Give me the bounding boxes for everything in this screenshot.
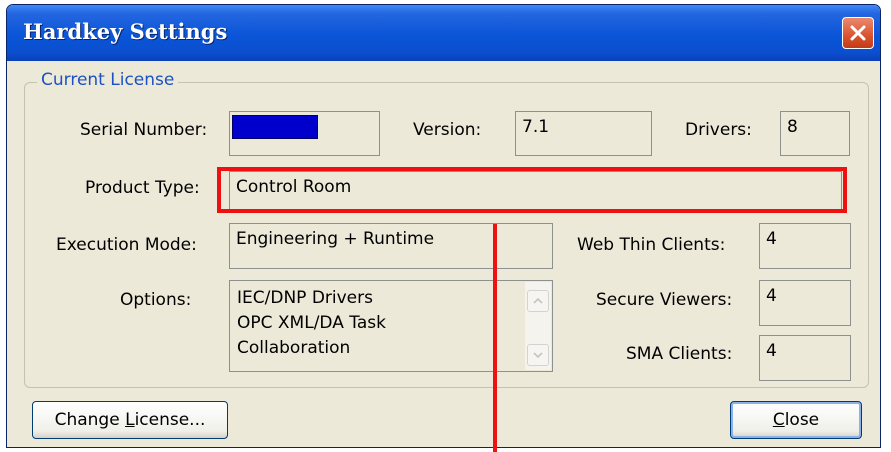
serial-number-label: Serial Number:: [80, 120, 208, 140]
close-label-post: lose: [784, 410, 820, 430]
product-type-highlight: [217, 167, 847, 213]
product-type-label: Product Type:: [85, 178, 200, 198]
close-mnemonic: C: [772, 410, 785, 430]
serial-number-selection: [232, 115, 318, 139]
drivers-field[interactable]: 8: [780, 111, 850, 156]
version-field[interactable]: 7.1: [515, 111, 652, 156]
change-license-button[interactable]: Change License...: [32, 401, 228, 439]
change-license-label-pre: Change: [54, 410, 126, 430]
version-label: Version:: [413, 120, 482, 140]
list-item[interactable]: IEC/DNP Drivers: [237, 286, 386, 311]
scroll-up-button[interactable]: [527, 290, 549, 312]
scroll-down-icon: [533, 352, 543, 358]
sma-clients-label: SMA Clients:: [626, 344, 733, 364]
title-bar[interactable]: Hardkey Settings: [7, 5, 880, 61]
sma-clients-field[interactable]: 4: [759, 335, 851, 381]
scroll-up-icon: [533, 298, 543, 304]
window-title: Hardkey Settings: [23, 19, 228, 44]
scroll-down-button[interactable]: [527, 344, 549, 366]
options-items: IEC/DNP Drivers OPC XML/DA Task Collabor…: [237, 286, 386, 361]
list-item[interactable]: Collaboration: [237, 336, 386, 361]
highlight-pointer-line: [493, 224, 497, 452]
drivers-label: Drivers:: [685, 120, 752, 140]
change-license-label-post: icense...: [134, 410, 206, 430]
options-label: Options:: [120, 290, 192, 310]
close-icon: [850, 25, 866, 41]
web-thin-clients-field[interactable]: 4: [759, 223, 851, 269]
close-button[interactable]: Close: [730, 401, 862, 439]
window-close-button[interactable]: [842, 17, 874, 49]
execution-mode-label: Execution Mode:: [56, 235, 197, 255]
options-list[interactable]: IEC/DNP Drivers OPC XML/DA Task Collabor…: [229, 280, 553, 372]
serial-number-field[interactable]: [229, 111, 380, 156]
execution-mode-field[interactable]: Engineering + Runtime: [229, 223, 553, 269]
change-license-mnemonic: L: [125, 410, 135, 430]
list-item[interactable]: OPC XML/DA Task: [237, 311, 386, 336]
group-label: Current License: [37, 70, 179, 90]
secure-viewers-field[interactable]: 4: [759, 280, 851, 326]
web-thin-clients-label: Web Thin Clients:: [577, 235, 726, 255]
secure-viewers-label: Secure Viewers:: [596, 290, 733, 310]
options-scrollbar[interactable]: [525, 282, 551, 370]
